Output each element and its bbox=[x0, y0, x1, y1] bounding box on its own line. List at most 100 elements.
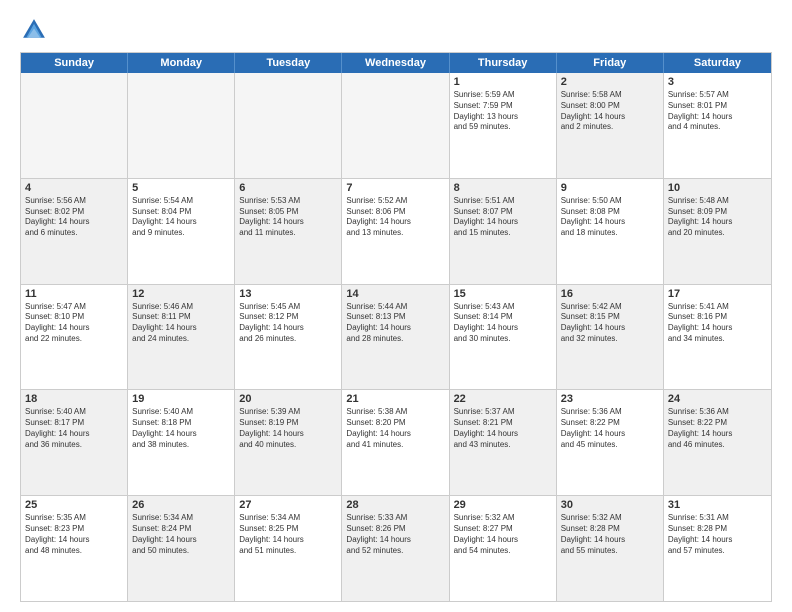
calendar-row: 18Sunrise: 5:40 AMSunset: 8:17 PMDayligh… bbox=[21, 389, 771, 495]
day-number: 12 bbox=[132, 288, 230, 300]
cell-line: Sunset: 8:01 PM bbox=[668, 101, 767, 112]
cell-line: Sunset: 8:20 PM bbox=[346, 418, 444, 429]
cell-line: Sunrise: 5:34 AM bbox=[239, 513, 337, 524]
cell-line: and 28 minutes. bbox=[346, 334, 444, 345]
day-number: 16 bbox=[561, 288, 659, 300]
cell-line: and 18 minutes. bbox=[561, 228, 659, 239]
day-number: 18 bbox=[25, 393, 123, 405]
cell-line: Daylight: 14 hours bbox=[561, 217, 659, 228]
cell-line: Sunrise: 5:48 AM bbox=[668, 196, 767, 207]
cell-line: Sunset: 8:06 PM bbox=[346, 207, 444, 218]
cell-line: Daylight: 14 hours bbox=[668, 535, 767, 546]
cell-line: Sunrise: 5:34 AM bbox=[132, 513, 230, 524]
logo bbox=[20, 16, 52, 44]
cell-line: and 2 minutes. bbox=[561, 122, 659, 133]
cell-line: Sunset: 8:12 PM bbox=[239, 312, 337, 323]
calendar-cell: 2Sunrise: 5:58 AMSunset: 8:00 PMDaylight… bbox=[557, 73, 664, 178]
cell-line: and 43 minutes. bbox=[454, 440, 552, 451]
cell-line: and 38 minutes. bbox=[132, 440, 230, 451]
day-number: 24 bbox=[668, 393, 767, 405]
day-number: 2 bbox=[561, 76, 659, 88]
header-cell-sunday: Sunday bbox=[21, 53, 128, 73]
cell-line: Sunrise: 5:43 AM bbox=[454, 302, 552, 313]
calendar-cell: 20Sunrise: 5:39 AMSunset: 8:19 PMDayligh… bbox=[235, 390, 342, 495]
cell-line: and 11 minutes. bbox=[239, 228, 337, 239]
day-number: 7 bbox=[346, 182, 444, 194]
cell-line: Sunrise: 5:59 AM bbox=[454, 90, 552, 101]
cell-line: Sunset: 8:22 PM bbox=[561, 418, 659, 429]
cell-line: Sunrise: 5:31 AM bbox=[668, 513, 767, 524]
calendar-cell: 10Sunrise: 5:48 AMSunset: 8:09 PMDayligh… bbox=[664, 179, 771, 284]
cell-line: Daylight: 14 hours bbox=[346, 429, 444, 440]
cell-line: and 13 minutes. bbox=[346, 228, 444, 239]
cell-line: and 55 minutes. bbox=[561, 546, 659, 557]
calendar-cell: 15Sunrise: 5:43 AMSunset: 8:14 PMDayligh… bbox=[450, 285, 557, 390]
cell-line: Sunrise: 5:50 AM bbox=[561, 196, 659, 207]
cell-line: Daylight: 14 hours bbox=[25, 429, 123, 440]
calendar-row: 4Sunrise: 5:56 AMSunset: 8:02 PMDaylight… bbox=[21, 178, 771, 284]
calendar-cell bbox=[128, 73, 235, 178]
cell-line: and 45 minutes. bbox=[561, 440, 659, 451]
day-number: 21 bbox=[346, 393, 444, 405]
cell-line: Daylight: 14 hours bbox=[25, 323, 123, 334]
calendar-cell bbox=[342, 73, 449, 178]
cell-line: Sunset: 8:11 PM bbox=[132, 312, 230, 323]
cell-line: Sunrise: 5:58 AM bbox=[561, 90, 659, 101]
cell-line: Sunrise: 5:38 AM bbox=[346, 407, 444, 418]
calendar-cell: 29Sunrise: 5:32 AMSunset: 8:27 PMDayligh… bbox=[450, 496, 557, 601]
day-number: 14 bbox=[346, 288, 444, 300]
calendar-cell: 4Sunrise: 5:56 AMSunset: 8:02 PMDaylight… bbox=[21, 179, 128, 284]
cell-line: and 32 minutes. bbox=[561, 334, 659, 345]
cell-line: Daylight: 14 hours bbox=[346, 535, 444, 546]
calendar-cell: 25Sunrise: 5:35 AMSunset: 8:23 PMDayligh… bbox=[21, 496, 128, 601]
cell-line: Sunset: 8:07 PM bbox=[454, 207, 552, 218]
cell-line: Sunset: 8:17 PM bbox=[25, 418, 123, 429]
day-number: 31 bbox=[668, 499, 767, 511]
cell-line: Sunset: 8:00 PM bbox=[561, 101, 659, 112]
cell-line: Sunset: 8:27 PM bbox=[454, 524, 552, 535]
calendar-cell: 7Sunrise: 5:52 AMSunset: 8:06 PMDaylight… bbox=[342, 179, 449, 284]
calendar-body: 1Sunrise: 5:59 AMSunset: 7:59 PMDaylight… bbox=[21, 73, 771, 601]
calendar-cell: 21 Sunrise: 5:38 AMSunset: 8:20 PMDayligh… bbox=[342, 390, 449, 495]
header-cell-tuesday: Tuesday bbox=[235, 53, 342, 73]
header-cell-saturday: Saturday bbox=[664, 53, 771, 73]
day-number: 25 bbox=[25, 499, 123, 511]
cell-line: Sunrise: 5:46 AM bbox=[132, 302, 230, 313]
cell-line: Daylight: 14 hours bbox=[454, 429, 552, 440]
cell-line: Daylight: 13 hours bbox=[454, 112, 552, 123]
header-cell-friday: Friday bbox=[557, 53, 664, 73]
cell-line: and 9 minutes. bbox=[132, 228, 230, 239]
cell-line: Sunrise: 5:40 AM bbox=[132, 407, 230, 418]
day-number: 17 bbox=[668, 288, 767, 300]
day-number: 27 bbox=[239, 499, 337, 511]
cell-line: Sunset: 8:26 PM bbox=[346, 524, 444, 535]
cell-line: Daylight: 14 hours bbox=[561, 429, 659, 440]
cell-line: and 24 minutes. bbox=[132, 334, 230, 345]
calendar-cell: 22Sunrise: 5:37 AMSunset: 8:21 PMDayligh… bbox=[450, 390, 557, 495]
cell-line: Sunrise: 5:51 AM bbox=[454, 196, 552, 207]
cell-line: Daylight: 14 hours bbox=[668, 112, 767, 123]
cell-line: Daylight: 14 hours bbox=[346, 217, 444, 228]
cell-line: Sunset: 8:25 PM bbox=[239, 524, 337, 535]
cell-line: Sunrise: 5:36 AM bbox=[668, 407, 767, 418]
cell-line: Sunrise: 5:36 AM bbox=[561, 407, 659, 418]
calendar: SundayMondayTuesdayWednesdayThursdayFrid… bbox=[20, 52, 772, 602]
calendar-cell: 24Sunrise: 5:36 AMSunset: 8:22 PMDayligh… bbox=[664, 390, 771, 495]
cell-line: Sunset: 8:13 PM bbox=[346, 312, 444, 323]
cell-line: and 20 minutes. bbox=[668, 228, 767, 239]
calendar-cell: 16Sunrise: 5:42 AMSunset: 8:15 PMDayligh… bbox=[557, 285, 664, 390]
cell-line: Daylight: 14 hours bbox=[132, 535, 230, 546]
calendar-cell: 3Sunrise: 5:57 AMSunset: 8:01 PMDaylight… bbox=[664, 73, 771, 178]
day-number: 8 bbox=[454, 182, 552, 194]
cell-line: and 59 minutes. bbox=[454, 122, 552, 133]
cell-line: and 34 minutes. bbox=[668, 334, 767, 345]
cell-line: Sunset: 8:05 PM bbox=[239, 207, 337, 218]
day-number: 28 bbox=[346, 499, 444, 511]
header bbox=[20, 16, 772, 44]
cell-line: Daylight: 14 hours bbox=[561, 535, 659, 546]
day-number: 26 bbox=[132, 499, 230, 511]
cell-line: Sunrise: 5:39 AM bbox=[239, 407, 337, 418]
day-number: 1 bbox=[454, 76, 552, 88]
cell-line: Sunset: 8:10 PM bbox=[25, 312, 123, 323]
cell-line: and 22 minutes. bbox=[25, 334, 123, 345]
